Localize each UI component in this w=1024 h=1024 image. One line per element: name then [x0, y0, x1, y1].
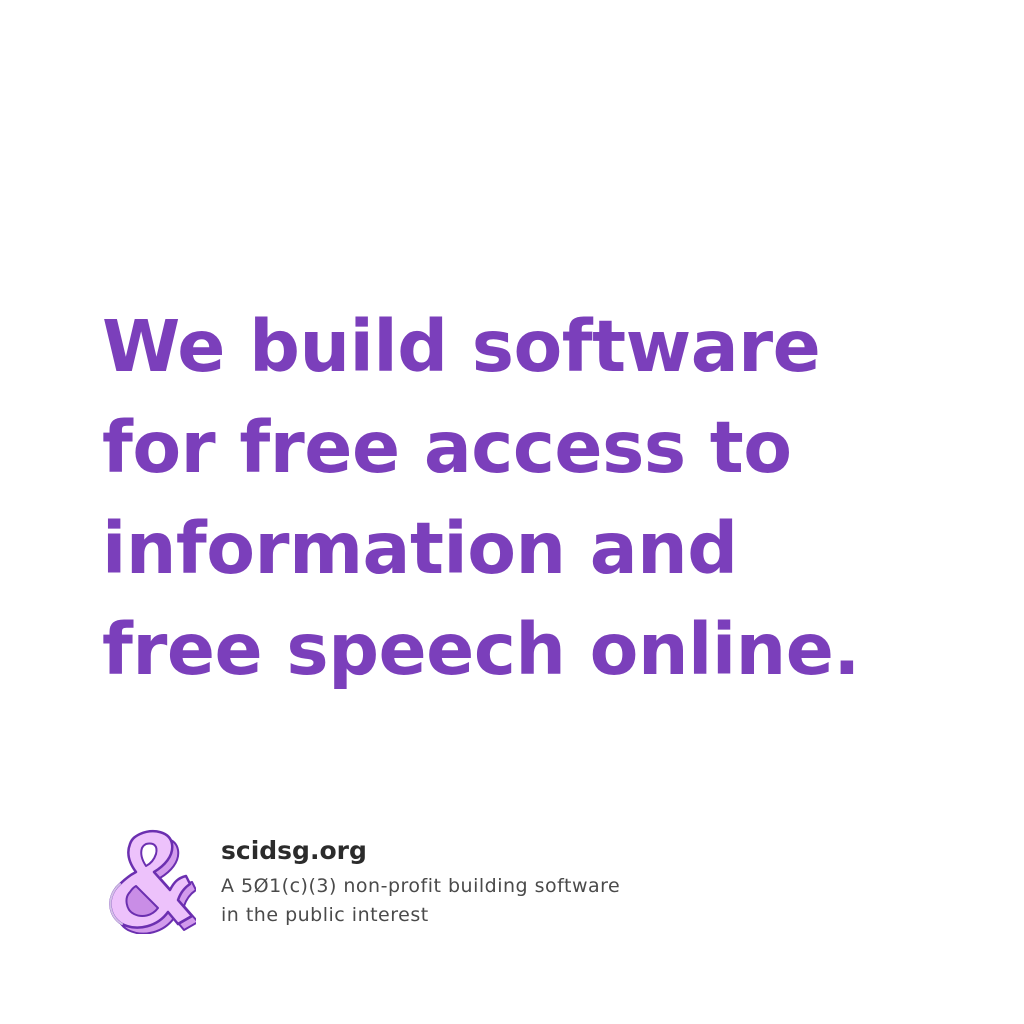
tagline: A 5Ø1(c)(3) non-profit building software… [221, 872, 620, 930]
tagline-line-2: in the public interest [221, 904, 429, 926]
headline-line-2: for free access to [102, 406, 792, 489]
headline: We build software for free access to inf… [102, 296, 982, 700]
headline-line-4: free speech online. [102, 608, 860, 691]
headline-line-3: information and [102, 507, 738, 590]
headline-line-1: We build software [102, 305, 821, 388]
footer: scidsg.org A 5Ø1(c)(3) non-profit buildi… [100, 826, 900, 938]
site-link[interactable]: scidsg.org [221, 834, 620, 868]
ampersand-logo-icon [100, 826, 199, 935]
footer-text: scidsg.org A 5Ø1(c)(3) non-profit buildi… [221, 834, 620, 930]
tagline-line-1: A 5Ø1(c)(3) non-profit building software [221, 875, 621, 897]
